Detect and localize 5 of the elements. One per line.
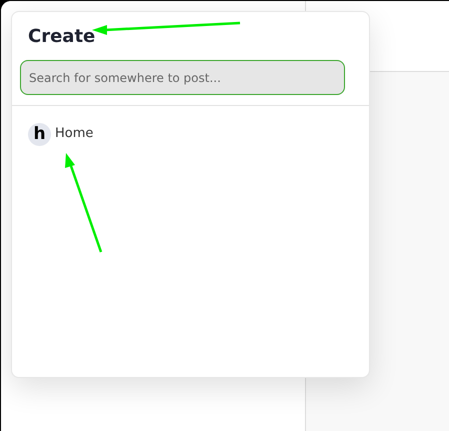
avatar-icon: h — [28, 122, 51, 146]
dialog-title: Create — [28, 25, 96, 49]
search-field[interactable]: Search for somewhere to post... — [20, 60, 345, 95]
community-item[interactable]: h Home — [28, 122, 353, 146]
item-label: Home — [55, 125, 94, 144]
